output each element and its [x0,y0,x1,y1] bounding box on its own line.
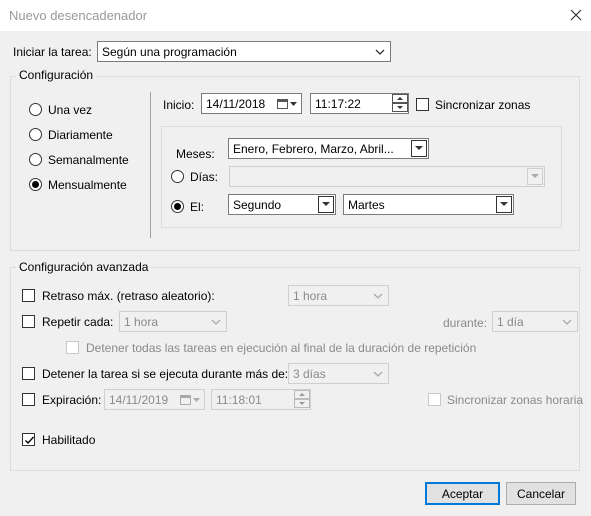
delay-checkbox[interactable] [22,289,35,302]
days-label: Días: [190,170,219,184]
week-value: Segundo [233,198,282,212]
stop-all-checkbox[interactable] [66,341,79,354]
calendar-dropdown-icon [180,395,200,405]
start-task-select[interactable]: Según una programación [97,41,391,62]
repeat-label: Repetir cada: [42,315,114,329]
months-value: Enero, Febrero, Marzo, Abril... [233,142,394,156]
months-label: Meses: [176,147,215,161]
window-title: Nuevo desencadenador [9,8,148,23]
divider [150,92,151,238]
chevron-down-icon [562,319,572,325]
radio-on[interactable] [171,200,184,213]
chevron-down-icon [375,49,385,55]
chevron-down-icon [373,293,383,299]
stop-all-label: Detener todas las tareas en ejecución al… [86,341,477,355]
advanced-group-label: Configuración avanzada [16,260,152,274]
duration-select[interactable]: 1 día [492,311,578,332]
expire-sync-label: Sincronizar zonas horaria [447,393,584,407]
close-icon[interactable] [566,5,586,25]
weekday-select[interactable]: Martes [343,194,514,215]
repeat-select[interactable]: 1 hora [119,311,227,332]
months-select[interactable]: Enero, Febrero, Marzo, Abril... [228,138,429,159]
enabled-checkbox[interactable] [22,433,35,446]
checkmark-icon [25,436,35,445]
delay-label: Retraso máx. (retraso aleatorio): [42,289,215,303]
stop-task-label: Detener la tarea si se ejecuta durante m… [42,367,289,381]
delay-value: 1 hora [293,289,328,303]
stop-task-checkbox[interactable] [22,367,35,380]
months-dropdown-button[interactable] [411,140,427,157]
radio-monthly[interactable] [29,178,42,191]
radio-weekly-label: Semanalmente [48,153,129,167]
expire-label: Expiración: [42,393,102,407]
start-time-value: 11:17:22 [315,97,361,111]
sync-zones-checkbox[interactable] [416,98,429,111]
days-select[interactable] [229,166,545,187]
stop-task-value: 3 días [293,367,326,381]
radio-days[interactable] [171,170,184,183]
chevron-down-icon [500,202,508,206]
start-task-label: Iniciar la tarea: [13,45,92,59]
expire-checkbox[interactable] [22,393,35,406]
expire-sync-checkbox[interactable] [428,393,441,406]
expire-date-picker[interactable]: 14/11/2019 [104,389,205,410]
week-dropdown-button[interactable] [318,196,334,213]
sync-zones-label: Sincronizar zonas [435,98,531,112]
chevron-down-icon [211,319,221,325]
weekday-dropdown-button[interactable] [496,196,512,213]
on-label: El: [190,200,205,214]
start-time-input[interactable]: 11:17:22 [310,93,409,114]
start-date-value: 14/11/2018 [206,97,266,111]
chevron-down-icon [373,371,383,377]
radio-once[interactable] [29,103,42,116]
start-date-picker[interactable]: 14/11/2018 [201,93,302,114]
calendar-dropdown-icon [277,99,297,109]
spinner-icon[interactable] [392,94,409,113]
spinner-icon[interactable] [294,390,311,409]
config-group-label: Configuración [16,68,97,82]
duration-label: durante: [443,316,488,330]
chevron-down-icon [415,146,423,150]
enabled-label: Habilitado [42,433,96,447]
repeat-value: 1 hora [124,315,159,329]
start-task-value: Según una programación [102,45,237,59]
chevron-down-icon [322,202,330,206]
cancel-button[interactable]: Cancelar [506,482,576,505]
expire-time-value: 11:18:01 [216,393,262,407]
stop-task-select[interactable]: 3 días [288,363,389,384]
accept-button[interactable]: Aceptar [425,482,500,505]
chevron-down-icon [531,174,539,178]
expire-date-value: 14/11/2019 [109,393,169,407]
radio-once-label: Una vez [48,103,93,117]
expire-time-input[interactable]: 11:18:01 [211,389,311,410]
radio-daily[interactable] [29,128,42,141]
days-dropdown-button[interactable] [527,168,543,185]
start-label: Inicio: [163,98,195,112]
week-select[interactable]: Segundo [228,194,336,215]
delay-select[interactable]: 1 hora [288,285,389,306]
radio-weekly[interactable] [29,153,42,166]
weekday-value: Martes [348,198,385,212]
radio-daily-label: Diariamente [48,128,113,142]
duration-value: 1 día [497,315,524,329]
repeat-checkbox[interactable] [22,315,35,328]
radio-monthly-label: Mensualmente [48,178,127,192]
